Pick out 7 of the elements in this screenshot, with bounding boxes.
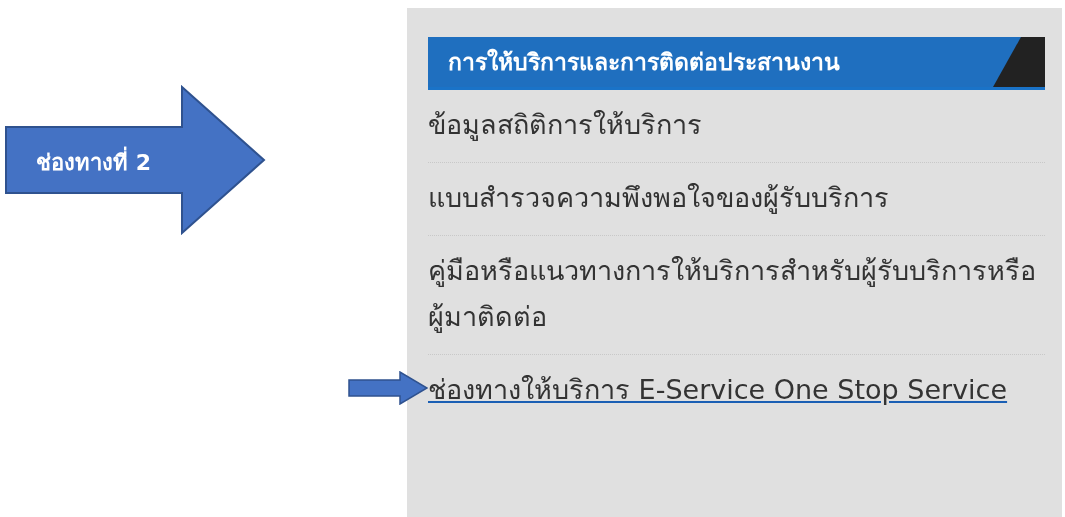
menu-item[interactable]: ข้อมูลสถิติการให้บริการ — [428, 102, 1045, 148]
corner-triangle-icon — [993, 37, 1045, 87]
menu-item[interactable]: คู่มือหรือแนวทางการให้บริการสำหรับผู้รับบริการหรือผู้มาติดต่อ — [428, 248, 1045, 340]
panel-heading: การให้บริการและการติดต่อประสานงาน — [447, 47, 840, 77]
service-link[interactable]: ช่องทางให้บริการ E-Service One Stop Service — [428, 374, 1008, 405]
callout-label: ช่องทางที่ 2 — [36, 145, 151, 180]
menu-item[interactable]: แบบสำรวจความพึงพอใจของผู้รับบริการ — [428, 175, 1045, 221]
